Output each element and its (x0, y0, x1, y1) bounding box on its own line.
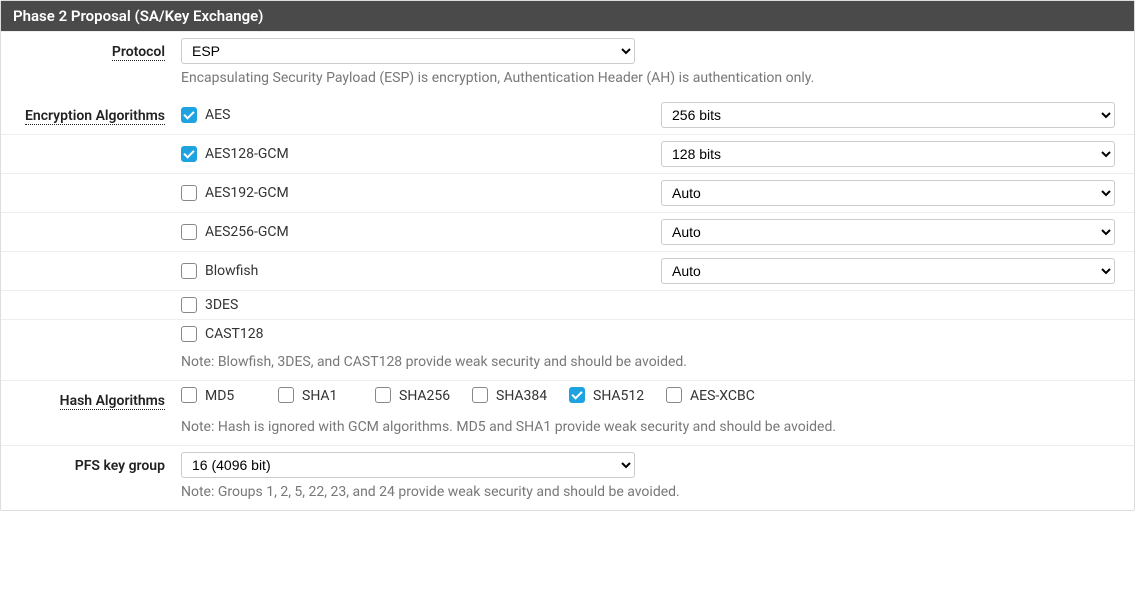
encryption-keysize-select[interactable]: Auto (661, 219, 1115, 245)
encryption-alg-label: AES256-GCM (205, 224, 289, 240)
hash-item: SHA512 (569, 387, 666, 405)
protocol-label: Protocol (1, 38, 181, 60)
protocol-select[interactable]: ESP (181, 38, 635, 64)
hash-row: Hash Algorithms MD5 SHA1 SHA256 SHA384 SHA51… (1, 380, 1134, 445)
hash-alg-label: SHA512 (593, 387, 644, 405)
panel-title: Phase 2 Proposal (SA/Key Exchange) (1, 1, 1134, 31)
hash-item: SHA384 (472, 387, 569, 405)
encryption-row: Blowfish Auto (1, 251, 1134, 290)
encryption-note: Note: Blowfish, 3DES, and CAST128 provid… (181, 354, 1124, 370)
encryption-label (1, 297, 181, 303)
phase2-panel: Phase 2 Proposal (SA/Key Exchange) Proto… (0, 0, 1135, 511)
encryption-label: Encryption Algorithms (1, 102, 181, 124)
encryption-alg-label: AES (205, 107, 230, 123)
hash-alg-label: SHA1 (302, 387, 337, 405)
encryption-label (1, 141, 181, 147)
encryption-row: Encryption Algorithms AES 256 bits (1, 96, 1134, 134)
encryption-keysize-select[interactable]: 256 bits (661, 102, 1115, 128)
encryption-label (1, 219, 181, 225)
hash-checkbox[interactable] (278, 387, 294, 403)
encryption-row: AES256-GCM Auto (1, 212, 1134, 251)
encryption-checkbox[interactable] (181, 263, 197, 279)
hash-list: MD5 SHA1 SHA256 SHA384 SHA512 AES-XCBC (181, 387, 1124, 405)
encryption-row: CAST128 Note: Blowfish, 3DES, and CAST128… (1, 319, 1134, 380)
hash-checkbox[interactable] (666, 387, 682, 403)
hash-checkbox[interactable] (569, 387, 585, 403)
encryption-row: AES128-GCM 128 bits (1, 134, 1134, 173)
hash-checkbox[interactable] (472, 387, 488, 403)
hash-item: AES-XCBC (666, 387, 763, 405)
hash-note: Note: Hash is ignored with GCM algorithm… (181, 419, 1124, 435)
hash-alg-label: SHA256 (399, 387, 450, 405)
hash-checkbox[interactable] (181, 387, 197, 403)
encryption-row: AES192-GCM Auto (1, 173, 1134, 212)
hash-item: SHA1 (278, 387, 375, 405)
protocol-row: Protocol ESP Encapsulating Security Payl… (1, 31, 1134, 96)
hash-checkbox[interactable] (375, 387, 391, 403)
hash-label: Hash Algorithms (1, 387, 181, 409)
encryption-checkbox[interactable] (181, 185, 197, 201)
encryption-keysize-select[interactable]: Auto (661, 258, 1115, 284)
encryption-label (1, 258, 181, 264)
encryption-alg-label: AES128-GCM (205, 146, 289, 162)
pfs-row: PFS key group 16 (4096 bit) Note: Groups… (1, 445, 1134, 510)
protocol-help: Encapsulating Security Payload (ESP) is … (181, 70, 1124, 86)
hash-alg-label: MD5 (205, 387, 234, 405)
encryption-checkbox[interactable] (181, 146, 197, 162)
encryption-alg-label: 3DES (205, 297, 238, 313)
encryption-keysize-select[interactable]: 128 bits (661, 141, 1115, 167)
encryption-checkbox[interactable] (181, 224, 197, 240)
encryption-alg-label: AES192-GCM (205, 185, 289, 201)
encryption-alg-label: CAST128 (205, 326, 264, 342)
encryption-keysize-select[interactable]: Auto (661, 180, 1115, 206)
hash-alg-label: SHA384 (496, 387, 547, 405)
pfs-label: PFS key group (1, 452, 181, 474)
pfs-select[interactable]: 16 (4096 bit) (181, 452, 635, 478)
encryption-row: 3DES (1, 290, 1134, 319)
encryption-checkbox[interactable] (181, 107, 197, 123)
pfs-note: Note: Groups 1, 2, 5, 22, 23, and 24 pro… (181, 484, 1124, 500)
hash-item: MD5 (181, 387, 278, 405)
encryption-checkbox[interactable] (181, 326, 197, 342)
encryption-checkbox[interactable] (181, 297, 197, 313)
hash-alg-label: AES-XCBC (690, 387, 755, 405)
encryption-label (1, 326, 181, 332)
encryption-label (1, 180, 181, 186)
encryption-alg-label: Blowfish (205, 263, 258, 279)
hash-item: SHA256 (375, 387, 472, 405)
